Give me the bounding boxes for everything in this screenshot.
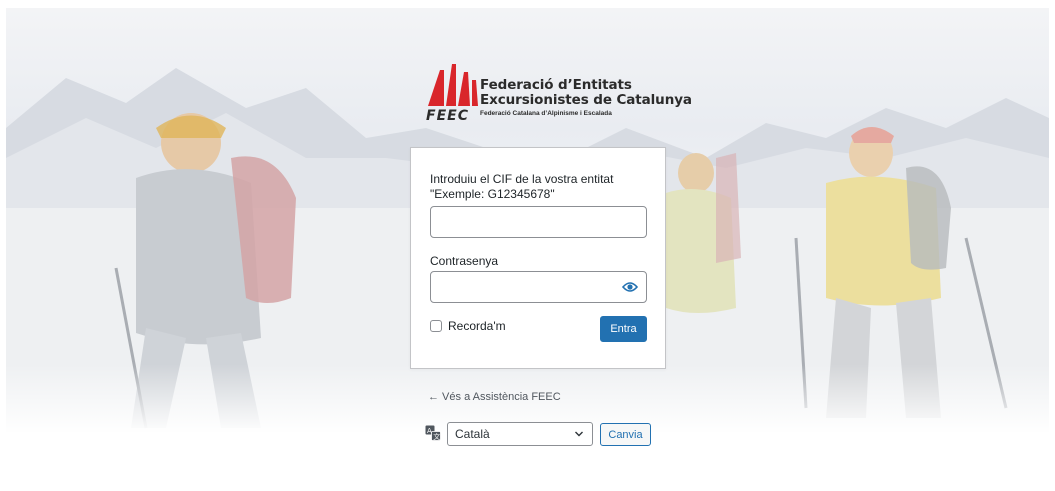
svg-text:文: 文: [433, 432, 440, 441]
login-form: Introduiu el CIF de la vostra entitat "E…: [410, 147, 666, 369]
language-select[interactable]: Català: [447, 422, 593, 446]
feec-logo-mark: [428, 64, 478, 106]
feec-logo: FEEC Federació d’Entitats Excursionistes…: [426, 64, 692, 124]
language-selected: Català: [455, 427, 490, 441]
change-language-button[interactable]: Canvia: [600, 423, 651, 446]
password-label: Contrasenya: [430, 254, 499, 268]
remember-label: Recorda'm: [448, 319, 506, 333]
translate-icon: A 文: [425, 425, 441, 441]
password-input[interactable]: [430, 271, 647, 303]
username-label: Introduiu el CIF de la vostra entitat "E…: [430, 172, 614, 201]
login-button[interactable]: Entra: [600, 316, 647, 342]
logo-acronym: FEEC: [426, 108, 469, 124]
eye-icon[interactable]: [622, 281, 638, 293]
logo-line-3: Federació Catalana d’Alpinisme i Escalad…: [480, 110, 612, 117]
remember-checkbox[interactable]: [430, 320, 442, 332]
remember-me[interactable]: Recorda'm: [430, 319, 506, 333]
logo-line-1: Federació d’Entitats: [480, 77, 632, 93]
back-link[interactable]: ← Vés a Assistència FEEC: [428, 391, 561, 403]
chevron-down-icon: [575, 431, 583, 437]
logo-line-2: Excursionistes de Catalunya: [480, 92, 692, 108]
username-input[interactable]: [430, 206, 647, 238]
